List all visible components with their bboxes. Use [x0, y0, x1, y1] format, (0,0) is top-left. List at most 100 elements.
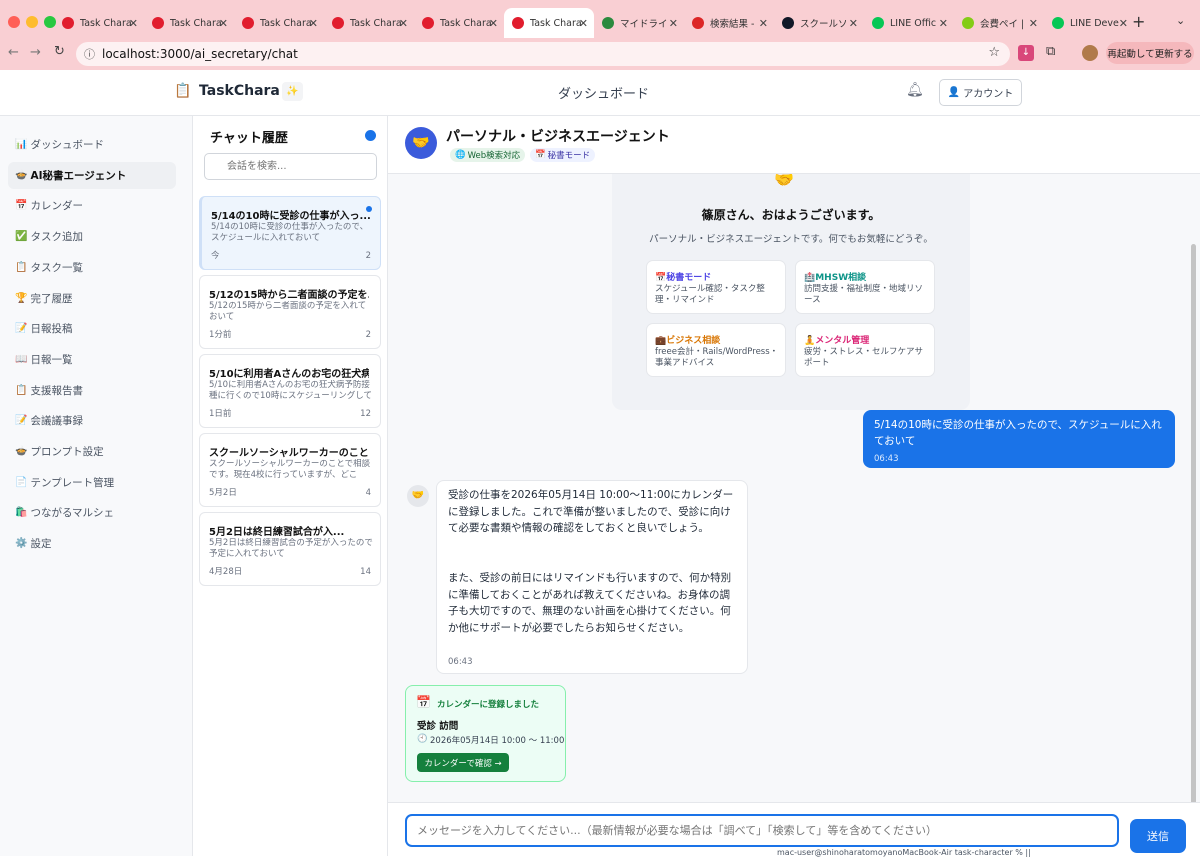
tab-favicon-icon [602, 17, 614, 29]
message-text: 受診の仕事を2026年05月14日 10:00〜11:00にカレンダーに登録しま… [448, 489, 734, 534]
new-tab-button[interactable]: + [1132, 12, 1145, 31]
profile-avatar[interactable] [1082, 45, 1098, 61]
daily-report-list-icon: 📖 [15, 353, 28, 365]
sidebar-item-ai-secretary[interactable]: 🍲 AI秘書エージェント [8, 161, 176, 189]
tab-favicon-icon [62, 17, 74, 29]
sidebar-item-prompt-settings[interactable]: 🍲 プロンプト設定 [8, 438, 176, 465]
sidebar-item-task-add[interactable]: ✅ タスク追加 [8, 223, 176, 250]
browser-tab[interactable]: Task Chara ✕ [148, 12, 234, 34]
app-name[interactable]: TaskChara [199, 83, 280, 99]
browser-tab[interactable]: 検索結果 - ✕ [688, 12, 774, 34]
page-title: ダッシュボード [558, 87, 650, 102]
download-extension-icon[interactable]: ↓ [1018, 45, 1034, 61]
task-add-icon: ✅ [15, 231, 28, 243]
close-tab-icon[interactable]: ✕ [759, 17, 768, 30]
reload-icon[interactable]: ↻ [54, 44, 65, 59]
close-tab-icon[interactable]: ✕ [1029, 17, 1038, 30]
close-tab-icon[interactable]: ✕ [489, 17, 498, 30]
conversation-item[interactable]: スクールソーシャルワーカーのこと... スクールソーシャルワーカーのことで相談です… [199, 433, 381, 507]
close-tab-icon[interactable]: ✕ [849, 17, 858, 30]
browser-tab[interactable]: Task Chara ✕ [418, 12, 504, 34]
mental-card[interactable]: 🧘メンタル管理 疲労・ストレス・セルフケアサポート [795, 323, 935, 377]
card-title-text: MHSW相談 [815, 273, 867, 283]
close-window-button[interactable] [8, 16, 20, 28]
conversation-item[interactable]: 5月2日は終日練習試合が入... 5月2日は終日練習試合の予定が入ったので予定に入… [199, 512, 381, 586]
card-desc: 訪問支援・福祉制度・地域リソース [804, 284, 924, 305]
meditation-icon: 🧘 [804, 336, 816, 346]
sidebar-item-label: つながるマルシェ [30, 507, 115, 520]
bookmark-star-icon[interactable]: ☆ [988, 45, 1000, 60]
card-title-text: メンタル管理 [815, 336, 870, 346]
ai-message: 受診の仕事を2026年05月14日 10:00〜11:00にカレンダーに登録しま… [436, 480, 748, 674]
account-button[interactable]: 👤 アカウント [939, 79, 1022, 106]
browser-tab[interactable]: Task Chara ✕ [328, 12, 414, 34]
card-desc: 疲労・ストレス・セルフケアサポート [804, 347, 924, 368]
tab-list-chevron-icon[interactable]: ⌄ [1176, 14, 1185, 27]
sidebar-item-daily-report-post[interactable]: 📝 日報投稿 [8, 315, 176, 342]
sidebar-item-meeting-minutes[interactable]: 📝 会議議事録 [8, 407, 176, 434]
completed-history-icon: 🏆 [15, 292, 28, 304]
browser-tab[interactable]: Task Chara ✕ [58, 12, 144, 34]
sparkle-icon[interactable]: ✨ [282, 82, 303, 101]
business-card[interactable]: 💼ビジネス相談 freee会計・Rails/WordPress・事業アドバイス [646, 323, 786, 377]
close-tab-icon[interactable]: ✕ [399, 17, 408, 30]
conversation-item[interactable]: 5/12の15時から二者面談の予定を... 5/12の15時から二者面談の予定を入… [199, 275, 381, 349]
sidebar-item-task-list[interactable]: 📋 タスク一覧 [8, 254, 176, 281]
bell-icon[interactable]: 🔔︎ [906, 82, 924, 98]
view-calendar-button[interactable]: カレンダーで確認 → [417, 753, 509, 772]
close-tab-icon[interactable]: ✕ [579, 17, 588, 30]
browser-tab[interactable]: LINE Deve ✕ [1048, 12, 1134, 34]
tab-favicon-icon [872, 17, 884, 29]
conversation-item[interactable]: 5/14の10時に受診の仕事が入っ... 5/14の10時に受診の仕事が入ったので… [199, 196, 381, 270]
browser-tab[interactable]: Task Chara ✕ [504, 8, 594, 38]
sidebar-item-dashboard[interactable]: 📊 ダッシュボード [8, 131, 176, 158]
browser-tab[interactable]: マイドライ ✕ [598, 12, 684, 34]
browser-tab[interactable]: Task Chara ✕ [238, 12, 324, 34]
conversation-search-input[interactable] [204, 153, 377, 180]
close-tab-icon[interactable]: ✕ [219, 17, 228, 30]
url-text: localhost:3000/ai_secretary/chat [102, 47, 298, 61]
site-info-icon[interactable]: ⓘ [84, 46, 95, 62]
sidebar-item-marche[interactable]: 🛍️ つながるマルシェ [8, 499, 176, 526]
tab-label: スクールソ [800, 19, 848, 30]
calendar-icon: 📅 [655, 273, 667, 283]
browser-tab[interactable]: 会費ペイ | ✕ [958, 12, 1044, 34]
back-icon[interactable]: ← [8, 45, 19, 60]
conversation-item[interactable]: 5/10に利用者Aさんのお宅の狂犬病... 5/10に利用者Aさんのお宅の狂犬病予… [199, 354, 381, 428]
mhsw-card[interactable]: 🏥MHSW相談 訪問支援・福祉制度・地域リソース [795, 260, 935, 314]
new-chat-dot[interactable] [365, 130, 376, 141]
user-icon: 👤 [947, 87, 961, 98]
briefcase-icon: 💼 [655, 336, 667, 346]
browser-tab[interactable]: スクールソ ✕ [778, 12, 864, 34]
message-count: 4 [365, 488, 371, 498]
close-tab-icon[interactable]: ✕ [129, 17, 138, 30]
close-tab-icon[interactable]: ✕ [309, 17, 318, 30]
conversation-date: 5月2日 [209, 488, 237, 498]
sidebar-item-daily-report-list[interactable]: 📖 日報一覧 [8, 346, 176, 373]
secretary-mode-card[interactable]: 📅秘書モード スケジュール確認・タスク整理・リマインド [646, 260, 786, 314]
close-tab-icon[interactable]: ✕ [669, 17, 678, 30]
close-tab-icon[interactable]: ✕ [1119, 17, 1128, 30]
tab-label: 検索結果 - [710, 19, 755, 30]
sidebar-item-completed-history[interactable]: 🏆 完了履歴 [8, 285, 176, 312]
sidebar-item-settings[interactable]: ⚙️ 設定 [8, 530, 176, 557]
sidebar-item-calendar[interactable]: 📅 カレンダー [8, 192, 176, 219]
sidebar-item-support-report[interactable]: 📋 支援報告書 [8, 377, 176, 404]
sidebar-item-label: タスク追加 [30, 231, 83, 244]
message-input[interactable] [405, 814, 1119, 847]
forward-icon[interactable]: → [30, 45, 41, 60]
message-text: 5/14の10時に受診の仕事が入ったので、スケジュールに入れておいて [874, 419, 1162, 447]
close-tab-icon[interactable]: ✕ [939, 17, 948, 30]
card-title-text: ビジネス相談 [666, 336, 721, 346]
welcome-greeting: 篠原さん、おはようございます。 [701, 208, 881, 222]
relaunch-update-button[interactable]: 再起動して更新する [1106, 42, 1194, 64]
zoom-window-button[interactable] [44, 16, 56, 28]
scrollbar-thumb[interactable] [1191, 244, 1196, 802]
minimize-window-button[interactable] [26, 16, 38, 28]
browser-tab[interactable]: LINE Offic ✕ [868, 12, 954, 34]
settings-icon: ⚙️ [15, 538, 28, 550]
send-button[interactable]: 送信 [1130, 819, 1186, 853]
sidebar-item-template-management[interactable]: 📄 テンプレート管理 [8, 469, 176, 496]
address-bar[interactable]: ⓘ localhost:3000/ai_secretary/chat ☆ [76, 42, 1010, 66]
extensions-puzzle-icon[interactable]: ⧉ [1046, 44, 1055, 59]
